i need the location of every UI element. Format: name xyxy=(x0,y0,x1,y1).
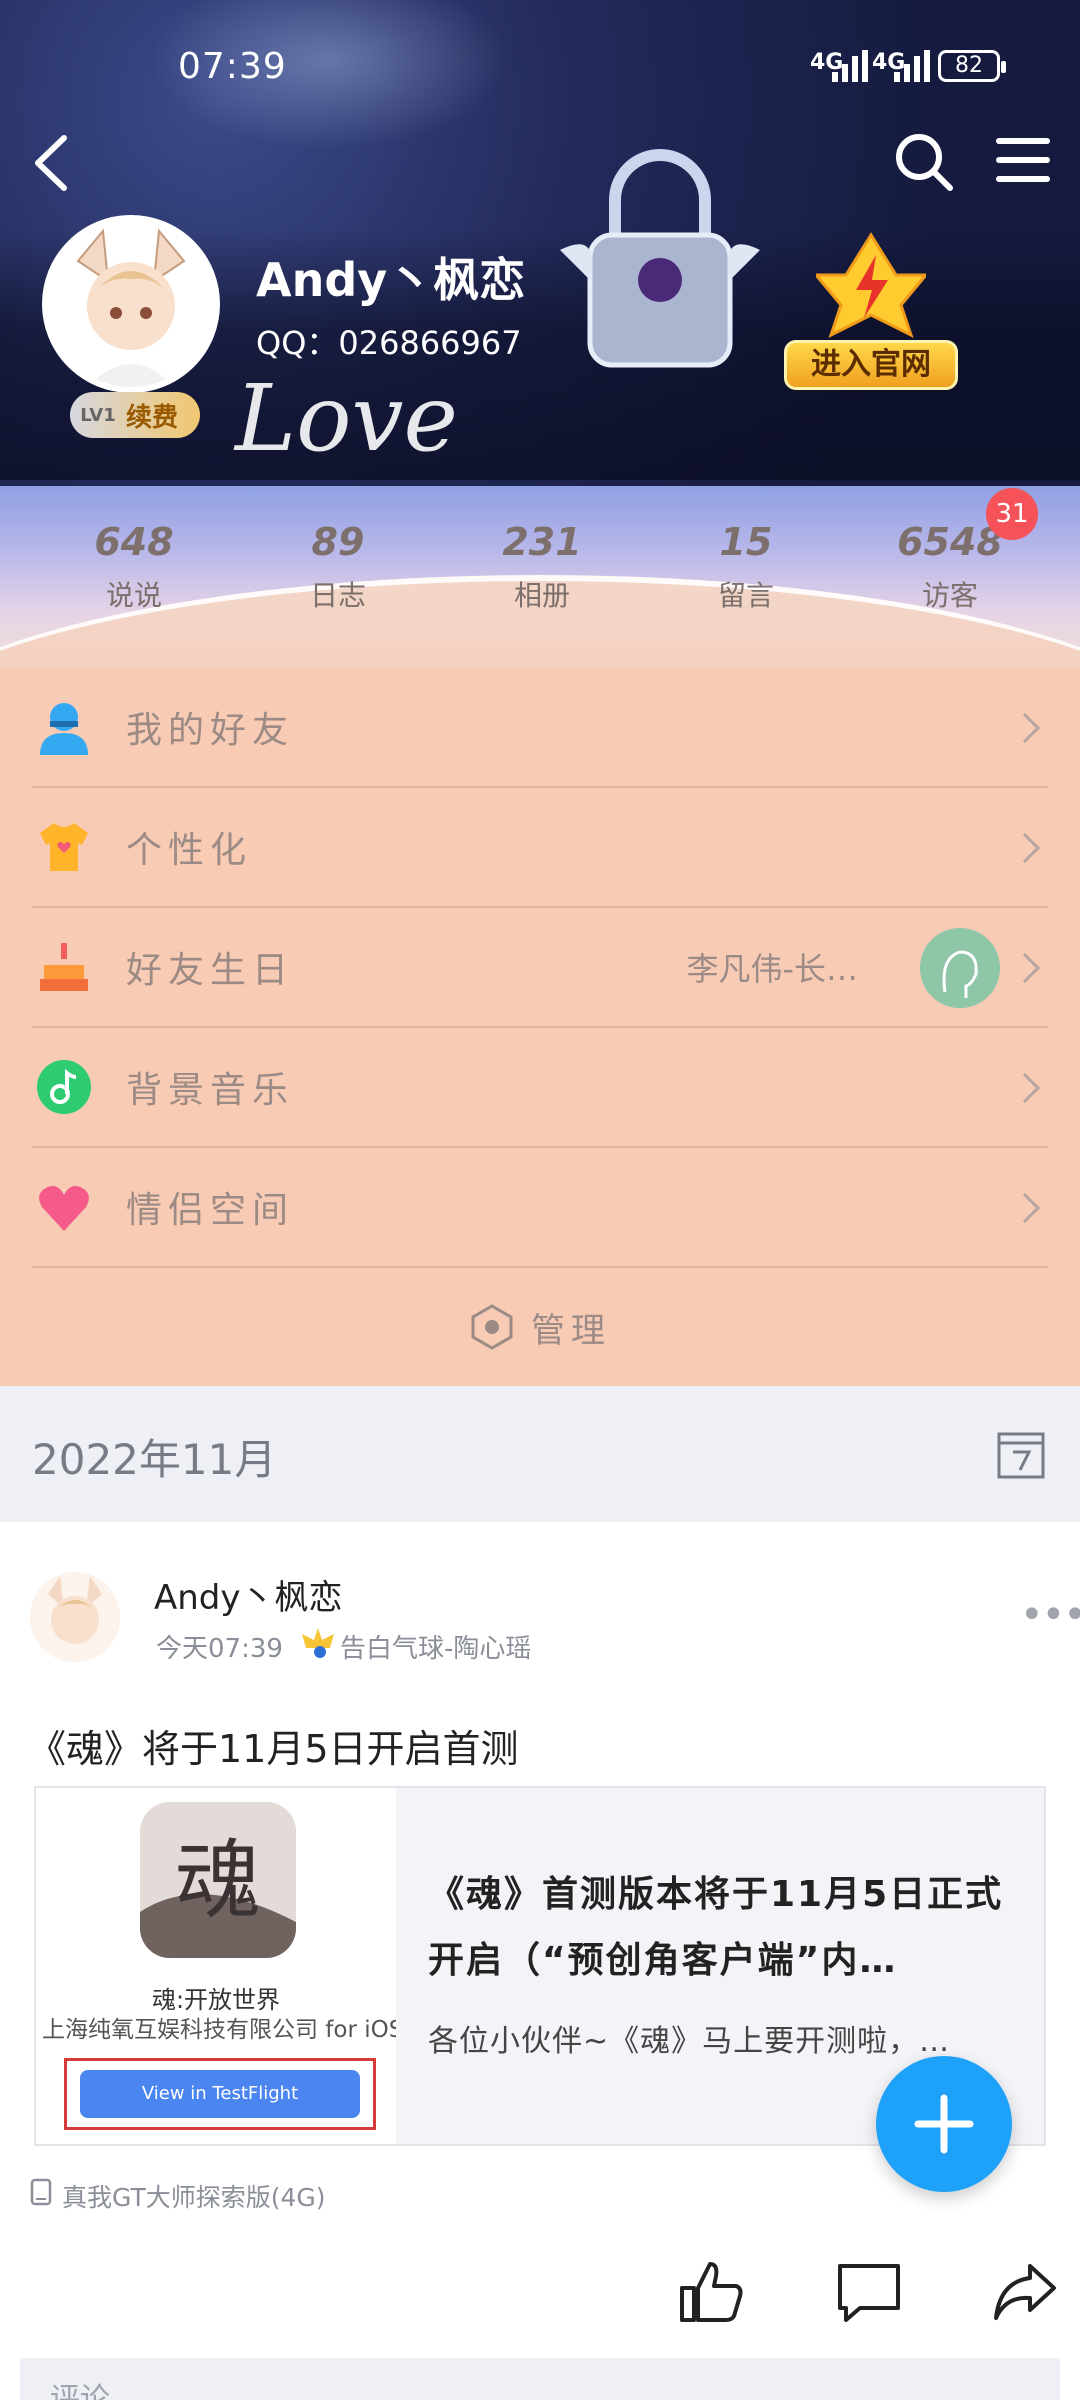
birthday-friend-avatar xyxy=(920,928,1000,1008)
post-author-name[interactable]: Andy丶枫恋 xyxy=(154,1570,343,1619)
post-author-avatar[interactable] xyxy=(30,1572,120,1662)
post-text: 《魂》将于11月5日开启首测 xyxy=(28,1727,519,1771)
manage-label: 管理 xyxy=(531,1310,611,1351)
feed-date-label: 2022年11月 xyxy=(32,1435,277,1484)
friend-icon xyxy=(32,695,96,759)
renew-label: 续费 xyxy=(126,402,179,433)
link-thumbnail: 魂 魂:开放世界 上海纯氧互娱科技有限公司 for iOS View in Te… xyxy=(36,1788,396,2144)
link-description: 各位小伙伴~《魂》马上要开测啦，… xyxy=(428,2024,951,2059)
stat-label: 相册 xyxy=(513,579,570,612)
official-site-widget[interactable]: 进入官网 xyxy=(778,230,964,390)
calendar-icon[interactable] xyxy=(996,1428,1046,1480)
link-title: 《魂》首测版本将于11月5日正式开启（“预创角客户端”内… xyxy=(428,1874,1004,1981)
comment-placeholder: 评论 xyxy=(50,2382,110,2400)
menu-item-label: 我的好友 xyxy=(126,710,295,751)
stat-value: 89 xyxy=(311,520,365,564)
menu-item-birthday[interactable]: 好友生日 李凡伟-长… xyxy=(32,908,1048,1028)
menu-item-label: 好友生日 xyxy=(126,950,295,991)
profile-name: Andy丶枫恋 xyxy=(256,253,526,307)
app-icon: 魂 xyxy=(140,1802,296,1958)
feed-date-header: 2022年11月 xyxy=(0,1386,1080,1522)
svg-text:魂: 魂 xyxy=(175,1831,261,1931)
more-options-icon[interactable]: ••• xyxy=(1020,1592,1080,1638)
padlock-decoration xyxy=(560,149,760,368)
avatar-image xyxy=(48,221,214,387)
stat-blogs[interactable]: 89 日志 xyxy=(236,520,440,614)
stat-label: 日志 xyxy=(309,579,366,612)
banner-love-text: Love xyxy=(235,365,458,472)
post-music[interactable]: 告白气球-陶心瑶 xyxy=(340,1628,531,1665)
chevron-right-icon xyxy=(1022,832,1041,864)
like-icon[interactable] xyxy=(678,2258,744,2324)
official-site-button[interactable]: 进入官网 xyxy=(784,340,958,390)
lightning-badge-icon xyxy=(816,232,926,338)
stat-label: 说说 xyxy=(105,579,162,612)
shirt-icon xyxy=(32,815,96,879)
stat-messages[interactable]: 15 留言 xyxy=(644,520,848,614)
post-device: 真我GT大师探索版(4G) xyxy=(62,2183,326,2212)
status-bar: 07:39 4G 4G 82 xyxy=(0,0,1080,140)
feed-post: Andy丶枫恋 今天07:39 告白气球-陶心瑶 ••• 《魂》将于11月5日开… xyxy=(0,1522,1080,2400)
chevron-right-icon xyxy=(1022,1192,1041,1224)
chevron-right-icon xyxy=(1022,1072,1041,1104)
app-company: 上海纯氧互娱科技有限公司 for iOS xyxy=(42,2017,396,2043)
stat-value: 648 xyxy=(94,520,174,564)
music-note-icon xyxy=(302,1628,334,1658)
signal-icon-2 xyxy=(894,50,930,82)
post-time: 今天07:39 xyxy=(156,1634,283,1664)
menu-item-couple-space[interactable]: 情侣空间 xyxy=(32,1148,1048,1268)
stat-value: 15 xyxy=(719,520,773,564)
comment-icon[interactable] xyxy=(836,2258,902,2324)
battery-icon: 82 xyxy=(938,50,1006,82)
stat-label: 留言 xyxy=(717,579,774,612)
profile-stats: 648 说说 89 日志 231 相册 15 留言 6548 访客 xyxy=(0,520,1080,614)
add-post-button[interactable] xyxy=(876,2056,1012,2192)
chevron-right-icon xyxy=(1022,712,1041,744)
profile-avatar[interactable] xyxy=(42,215,220,393)
level-label: LV1 xyxy=(80,404,116,426)
menu-item-friends[interactable]: 我的好友 xyxy=(32,668,1048,788)
stat-label: 访客 xyxy=(921,579,978,612)
profile-menu: 我的好友 个性化 好友生日 李凡伟-长… 背景音乐 情侣空间 管理 xyxy=(0,668,1080,1386)
comment-input[interactable]: 评论 xyxy=(20,2358,1060,2400)
share-icon[interactable] xyxy=(992,2258,1058,2324)
testflight-button: View in TestFlight xyxy=(80,2070,360,2118)
status-time: 07:39 xyxy=(178,46,287,87)
menu-item-background-music[interactable]: 背景音乐 xyxy=(32,1028,1048,1148)
menu-item-label: 背景音乐 xyxy=(126,1070,295,1111)
heart-icon xyxy=(32,1175,96,1239)
phone-icon xyxy=(30,2178,52,2206)
plus-icon xyxy=(914,2094,974,2154)
menu-item-personalize[interactable]: 个性化 xyxy=(32,788,1048,908)
menu-item-label: 情侣空间 xyxy=(126,1190,295,1231)
music-icon xyxy=(32,1055,96,1119)
menu-item-label: 个性化 xyxy=(126,830,253,871)
search-icon[interactable] xyxy=(892,130,956,194)
stat-posts[interactable]: 648 说说 xyxy=(32,520,236,614)
chevron-right-icon xyxy=(1022,952,1041,984)
stat-value: 231 xyxy=(502,520,582,564)
settings-hexagon-icon xyxy=(471,1304,513,1350)
vip-level-badge[interactable]: LV1 续费 xyxy=(70,392,200,438)
menu-icon[interactable] xyxy=(995,135,1051,185)
back-arrow-icon[interactable] xyxy=(20,128,80,198)
profile-qq-number: QQ：026866967 xyxy=(256,324,522,362)
visitor-count-badge: 31 xyxy=(986,488,1038,540)
stat-albums[interactable]: 231 相册 xyxy=(440,520,644,614)
manage-button[interactable]: 管理 xyxy=(0,1268,1080,1386)
signal-icon-1 xyxy=(832,50,868,82)
cake-icon xyxy=(32,935,96,999)
birthday-friend-name: 李凡伟-长… xyxy=(686,950,858,988)
